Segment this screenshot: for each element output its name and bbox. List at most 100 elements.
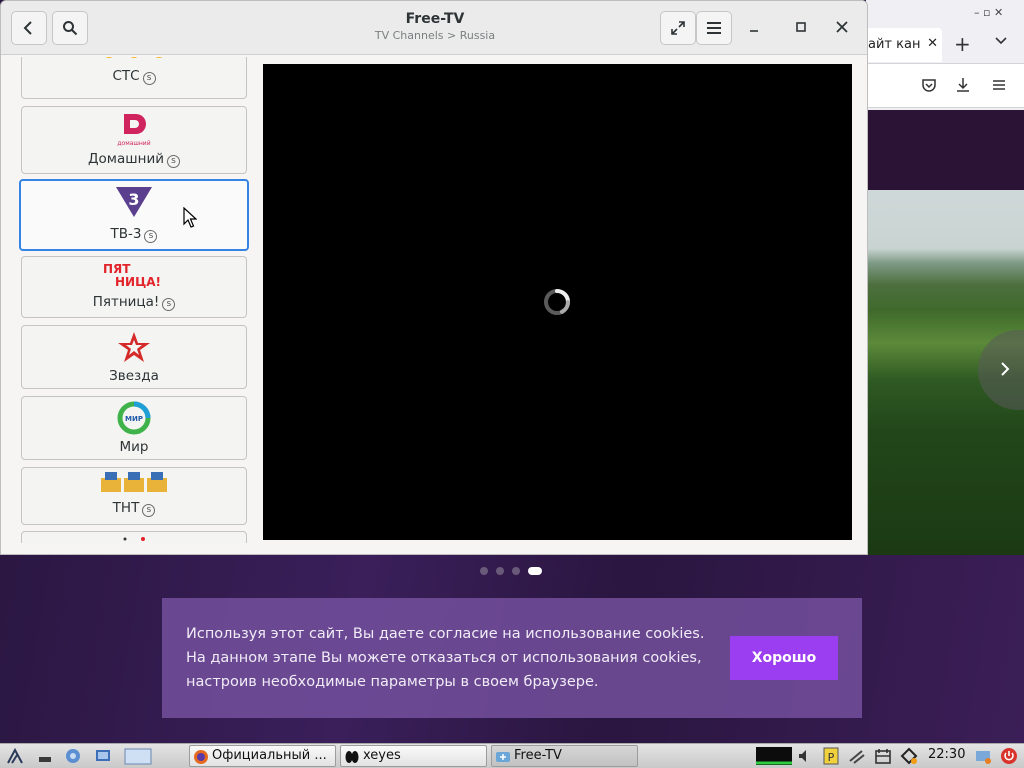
clipboard-icon[interactable]: P	[822, 747, 840, 765]
tv3-logo-icon: 3	[116, 187, 152, 217]
channel-logo-icon	[123, 537, 145, 541]
free-tv-window: Free-TV TV Channels > Russia СТС s домашн…	[0, 0, 868, 555]
browser-window-controls[interactable]: – ▫ ✕	[974, 6, 1003, 19]
channel-item-mir[interactable]: МИР Мир	[21, 396, 247, 460]
video-player[interactable]	[263, 64, 852, 540]
free-tv-icon	[496, 752, 510, 762]
web-browser-icon[interactable]	[94, 747, 112, 765]
task-label: Free-TV	[514, 748, 562, 763]
channel-list[interactable]: СТС s домашний Домашний s 3 ТВ-3 s ПЯТ НИЦА…	[7, 57, 257, 543]
browser-tab-title: айт кан	[868, 37, 921, 52]
pocket-icon[interactable]	[920, 76, 938, 94]
xeyes-icon	[345, 751, 359, 763]
start-menu-icon[interactable]	[6, 747, 24, 765]
subscription-icon: s	[144, 230, 158, 243]
background-browser: – ▫ ✕ айт кан ✕ +	[866, 0, 1024, 110]
cpu-monitor-icon	[756, 747, 792, 765]
channel-item-sts[interactable]: СТС s	[21, 57, 247, 99]
svg-text:P: P	[828, 751, 835, 764]
channel-item-tv3[interactable]: 3 ТВ-3 s	[19, 179, 249, 251]
taskbar: Официальный ... xeyes Free-TV P 22:30	[0, 743, 1024, 768]
cookie-accept-button[interactable]: Хорошо	[730, 636, 838, 680]
chevron-down-icon[interactable]	[994, 34, 1008, 48]
maximize-icon[interactable]	[791, 17, 811, 37]
close-tab-icon[interactable]: ✕	[927, 36, 938, 51]
carousel-dot[interactable]	[496, 567, 504, 575]
cookie-text-line: На данном этапе Вы можете отказаться от …	[186, 650, 702, 666]
subscription-icon: s	[142, 504, 156, 517]
power-icon[interactable]	[1000, 747, 1018, 765]
header-bar: Free-TV TV Channels > Russia	[1, 1, 867, 55]
clock[interactable]: 22:30	[928, 747, 965, 762]
channel-name: Звезда	[109, 368, 159, 384]
svg-text:домашний: домашний	[117, 140, 150, 147]
channel-item-zvezda[interactable]: Звезда	[21, 325, 247, 389]
window-subtitle: TV Channels > Russia	[374, 29, 496, 42]
back-button[interactable]	[11, 11, 47, 45]
channel-name: Пятница! s	[22, 294, 246, 311]
channel-name: Мир	[119, 439, 149, 455]
fullscreen-icon	[671, 21, 685, 35]
loading-spinner-icon	[544, 289, 570, 315]
browser-tab-bar: айт кан ✕ +	[866, 26, 1024, 64]
hamburger-menu-icon	[707, 22, 721, 34]
taskbar-task-browser[interactable]: Официальный ...	[189, 745, 336, 767]
task-label: Официальный ...	[212, 748, 327, 763]
browser-tab[interactable]: айт кан ✕	[866, 28, 942, 62]
cookie-banner: Используя этот сайт, Вы даете согласие н…	[162, 598, 862, 718]
zvezda-star-icon	[118, 332, 150, 362]
network-icon[interactable]	[848, 747, 866, 765]
minimize-all-icon[interactable]	[36, 747, 54, 765]
calendar-icon[interactable]	[874, 747, 892, 765]
menu-icon[interactable]	[990, 76, 1008, 94]
cookie-text-line: Используя этот сайт, Вы даете согласие н…	[186, 626, 705, 642]
channel-name: ТВ-3 s	[21, 226, 247, 243]
channel-name: Домашний s	[22, 151, 246, 168]
main-menu-button[interactable]	[696, 11, 732, 45]
cookie-text-line: настроив необходимые параметры в своем б…	[186, 674, 599, 690]
channel-name: СТС s	[22, 68, 246, 85]
file-manager-icon[interactable]	[64, 747, 82, 765]
browser-toolbar	[866, 64, 1024, 108]
mir-logo-icon: МИР	[117, 401, 151, 435]
fullscreen-button[interactable]	[660, 11, 696, 45]
task-label: xeyes	[363, 748, 401, 763]
carousel-dot[interactable]	[480, 567, 488, 575]
minimize-icon[interactable]	[744, 17, 764, 37]
subscription-icon: s	[167, 155, 180, 168]
new-tab-icon[interactable]: +	[954, 32, 971, 56]
web-page-header	[866, 110, 1024, 190]
taskbar-task-free-tv[interactable]: Free-TV	[491, 745, 638, 767]
carousel-dot[interactable]	[512, 567, 520, 575]
download-icon[interactable]	[954, 76, 972, 94]
channel-item-pyatnitsa[interactable]: ПЯТ НИЦА! Пятница! s	[21, 256, 247, 318]
pyatnitsa-logo-icon: ПЯТ НИЦА!	[103, 262, 161, 288]
search-icon	[63, 21, 78, 36]
channel-item-partial[interactable]	[21, 531, 247, 543]
svg-text:ПЯТ: ПЯТ	[103, 262, 131, 276]
svg-text:МИР: МИР	[125, 415, 143, 423]
close-icon[interactable]	[832, 17, 852, 37]
window-title: Free-TV	[405, 11, 465, 27]
cookie-text: Используя этот сайт, Вы даете согласие н…	[186, 622, 716, 694]
tnt-logo-icon	[101, 472, 167, 492]
subscription-icon: s	[142, 72, 156, 85]
sts-logo-icon	[105, 57, 163, 58]
svg-text:НИЦА!: НИЦА!	[115, 275, 161, 288]
subscription-icon: s	[162, 298, 176, 311]
chevron-right-icon	[1001, 362, 1010, 376]
taskbar-task-xeyes[interactable]: xeyes	[340, 745, 487, 767]
back-arrow-icon	[23, 21, 32, 35]
mouse-cursor-icon	[183, 207, 197, 228]
update-notifier-icon[interactable]	[900, 747, 918, 765]
svg-text:3: 3	[128, 190, 139, 209]
desktop-switcher-icon[interactable]	[124, 747, 152, 765]
search-button[interactable]	[52, 11, 88, 45]
channel-item-tnt[interactable]: ТНТ s	[21, 467, 247, 525]
firefox-icon	[194, 750, 208, 764]
user-icon[interactable]	[974, 747, 992, 765]
channel-name: ТНТ s	[22, 500, 246, 517]
carousel-dot-active[interactable]	[528, 567, 542, 575]
channel-item-domashniy[interactable]: домашний Домашний s	[21, 106, 247, 174]
volume-icon[interactable]	[796, 747, 814, 765]
